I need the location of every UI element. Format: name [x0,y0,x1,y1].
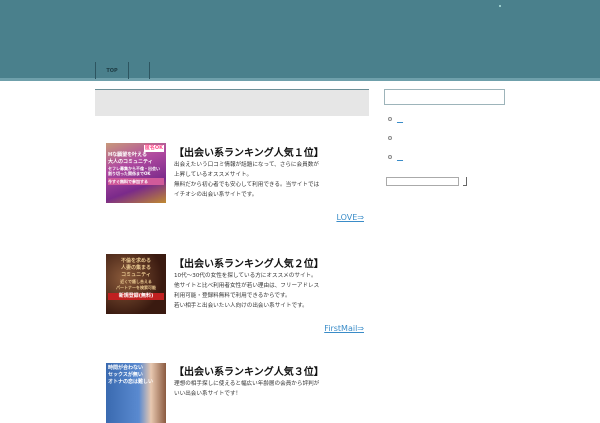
sidebar-item[interactable]: __ [384,110,506,128]
sidebar-item[interactable] [384,129,506,147]
bullet-icon [388,117,392,121]
banner-text: 今すぐ無料で参加する [108,178,164,185]
banner-text: コミュニティ [121,272,151,278]
header-dot [499,5,501,7]
banner-text: 大人のコミュニティ [108,159,153,165]
desc-line: 出会えたいう口コミ情報が話題になって、さらに会員数が [174,162,319,168]
nav-item-2[interactable] [128,62,149,79]
sidebar-search-form [386,177,467,186]
banner-text: 人妻の集まる [120,265,151,271]
desc-line: 無料だから初心者でも安心して利用できる。当サイトでは [174,182,320,188]
entry-description: 理想の相手探しに使えると幅広い年齢層の会員から評判が いい出会い系サイトです！ [174,379,364,399]
entry-title: 【出会い系ランキング人気２位】 [174,259,324,270]
desc-line: 利用可能・登録料無料で利用できるからです。 [174,293,291,299]
desc-line: 他サイトと比べ利用者女性が若い理由は、フリーアドレス [174,283,320,289]
entry-title: 【出会い系ランキング人気１位】 [174,148,324,159]
banner-text: 不倫を求める [120,258,151,264]
nav-item-top[interactable]: TOP [95,62,128,79]
sidebar-link[interactable]: __ [397,154,407,161]
banner-text: 新規登録(無料) [108,293,164,300]
nav-item-label: TOP [106,67,118,74]
desc-line: イチオシの出会い系サイトです。 [174,192,258,198]
banner-image-2[interactable]: 不倫を求める 人妻の集まる コミュニティ 近くで癒し合える パートナーを検索可能… [106,254,166,314]
entry-description: 10代～30代の女性を探している方にオススメのサイト。 他サイトと比べ利用者女性… [174,271,364,311]
global-nav: TOP [95,62,150,79]
banner-text: 匿名OK [143,145,164,152]
entry-link-firstmail[interactable]: FirstMail⇒ [324,324,364,333]
sidebar-search-box[interactable] [384,89,505,105]
desc-line: 10代～30代の女性を探している方にオススメのサイト。 [174,273,317,279]
desc-line: 上昇しているオススメサイト。 [174,172,253,178]
entry-link-love[interactable]: LOVE⇒ [336,213,364,222]
site-header: TOP [0,0,600,81]
banner-text: セックスが無い [108,372,143,378]
desc-line: 若い相手と出会いたい人向けの出会い系サイトです。 [174,303,308,309]
banner-text: オトナの恋は難しい [108,379,154,385]
banner-text: パートナーを検索可能 [116,285,156,290]
nav-divider [149,62,150,79]
search-input[interactable] [386,177,459,186]
page-title-box [95,89,369,116]
banner-image-1[interactable]: 匿名OK Hな願望を叶える 大人のコミュニティ セフレ募集から不倫・出会い 割り… [106,143,166,203]
bullet-icon [388,155,392,159]
entry-description: 出会えたいう口コミ情報が話題になって、さらに会員数が 上昇しているオススメサイト… [174,160,364,200]
search-button[interactable] [463,177,467,186]
entry-title: 【出会い系ランキング人気３位】 [174,367,324,378]
banner-text: 割り切った関係までOK [108,171,151,176]
bullet-icon [388,136,392,140]
sidebar: __ __ [384,89,506,166]
banner-image-3[interactable]: 時間が合わない セックスが無い オトナの恋は難しい [106,363,166,423]
desc-line: いい出会い系サイトです！ [174,391,242,397]
sidebar-item[interactable]: __ [384,148,506,166]
banner-text: Hな願望を叶える [108,152,148,158]
desc-line: 理想の相手探しに使えると幅広い年齢層の会員から評判が [174,381,320,387]
sidebar-link[interactable]: __ [397,116,407,123]
banner-text: 時間が合わない [108,365,144,371]
